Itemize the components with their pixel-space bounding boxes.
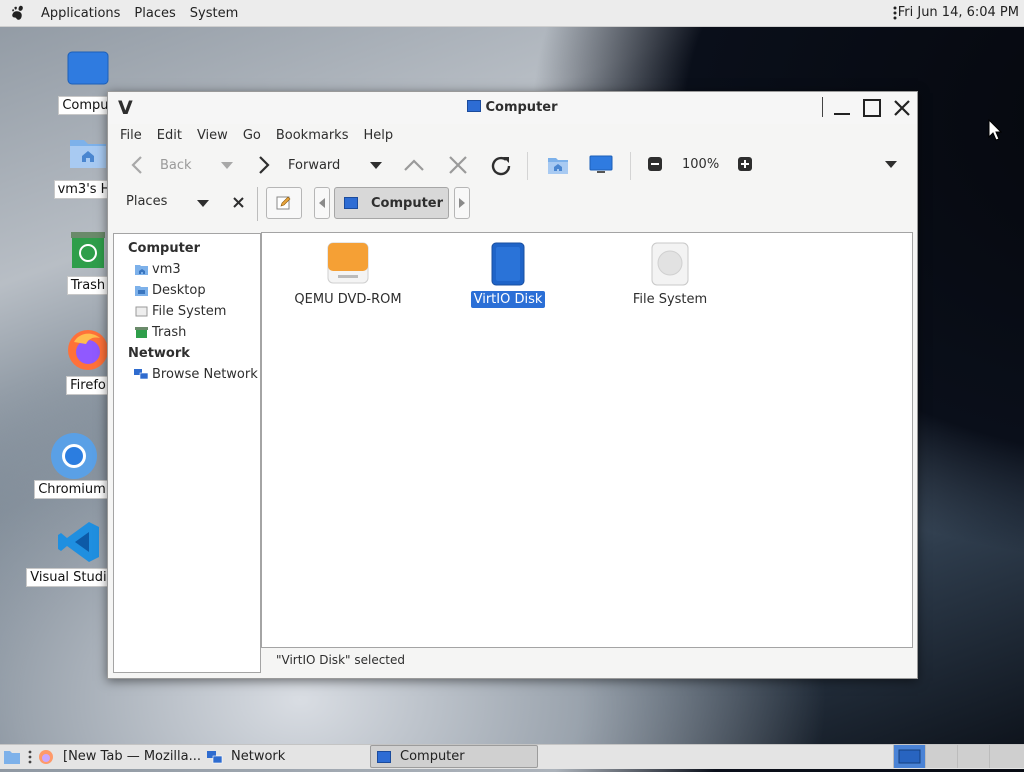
vscode-icon	[57, 520, 101, 564]
system-menu[interactable]: System	[190, 6, 238, 21]
harddisk-icon	[648, 241, 692, 287]
menu-go[interactable]: Go	[243, 128, 261, 143]
title-bar[interactable]: V Computer	[108, 92, 917, 124]
home-folder-icon	[66, 132, 110, 176]
reload-icon[interactable]	[488, 153, 514, 179]
places-selector[interactable]: Places	[126, 194, 167, 209]
edit-location-button[interactable]	[266, 187, 302, 219]
menu-view[interactable]: View	[197, 128, 228, 143]
sidebar-section-computer: Computer	[128, 241, 201, 256]
sidebar-section-network: Network	[128, 346, 190, 361]
sidebar-item-file-system[interactable]: File System	[114, 301, 260, 322]
edit-pencil-icon	[276, 196, 291, 210]
toolbar-separator	[630, 152, 631, 180]
computer-icon	[66, 48, 110, 92]
menu-bar: File Edit View Go Bookmarks Help	[108, 124, 917, 146]
path-button-computer[interactable]: Computer	[334, 187, 449, 219]
mouse-cursor-icon	[988, 119, 1002, 141]
top-panel: Applications Places System Fri Jun 14, 6…	[0, 0, 1024, 27]
location-bar: Places Computer	[108, 184, 917, 224]
network-icon	[134, 369, 149, 380]
show-desktop-icon[interactable]	[3, 748, 21, 765]
stop-icon[interactable]	[447, 154, 469, 176]
optical-drive-icon	[326, 241, 370, 287]
workspace-4[interactable]	[989, 745, 1024, 768]
close-icon[interactable]	[892, 98, 912, 118]
back-dropdown-icon[interactable]	[220, 160, 234, 170]
toolbar-separator	[527, 152, 528, 180]
forward-arrow-icon	[259, 156, 270, 174]
panel-handle-icon[interactable]	[28, 749, 32, 765]
maximize-icon[interactable]	[862, 98, 882, 118]
file-item-file-system[interactable]: File System	[600, 241, 740, 308]
workspace-window-icon	[898, 749, 921, 764]
zoom-in-icon[interactable]	[737, 156, 753, 172]
up-icon[interactable]	[402, 155, 426, 175]
left-arrow-icon	[319, 198, 325, 208]
status-bar: "VirtIO Disk" selected	[276, 653, 405, 667]
close-sidebar-icon[interactable]	[233, 197, 244, 208]
firefox-icon[interactable]	[38, 749, 54, 765]
toolbar: Back Forward 100%	[108, 146, 917, 184]
task-network[interactable]: Network	[207, 745, 285, 768]
menu-bookmarks[interactable]: Bookmarks	[276, 128, 349, 143]
zoom-out-icon[interactable]	[647, 156, 663, 172]
places-menu[interactable]: Places	[134, 6, 175, 21]
task-firefox[interactable]: [New Tab — Mozilla...	[63, 745, 201, 768]
trash-icon	[135, 327, 148, 338]
desktop-icon-label: Chromium	[34, 480, 110, 499]
menu-file[interactable]: File	[120, 128, 142, 143]
minimize-icon[interactable]	[832, 98, 852, 118]
forward-dropdown-icon[interactable]	[369, 160, 383, 170]
sidebar-item-vm3[interactable]: vm3	[114, 259, 260, 280]
workspace-2[interactable]	[925, 745, 957, 768]
places-dropdown-icon[interactable]	[197, 199, 209, 207]
window-title: Computer	[108, 100, 917, 115]
forward-button[interactable]: Forward	[253, 152, 383, 178]
menu-edit[interactable]: Edit	[157, 128, 182, 143]
file-view[interactable]: QEMU DVD-ROM VirtIO Disk File System	[261, 232, 913, 648]
network-icon	[207, 750, 223, 763]
desktop-icon-label: Firefo	[66, 376, 110, 395]
file-manager-window: V Computer File Edit View Go Bookmarks H…	[107, 91, 918, 679]
desktop-folder-icon	[135, 286, 148, 296]
back-arrow-icon	[131, 156, 142, 174]
more-options-icon[interactable]	[893, 5, 897, 21]
gnome-foot-icon[interactable]	[9, 4, 27, 22]
back-button[interactable]: Back	[126, 152, 234, 178]
menu-help[interactable]: Help	[363, 128, 393, 143]
chromium-icon	[50, 432, 97, 479]
home-folder-icon[interactable]	[546, 154, 570, 176]
file-item-qemu-dvd-rom[interactable]: QEMU DVD-ROM	[278, 241, 418, 308]
computer-icon	[467, 100, 482, 112]
title-separator	[822, 97, 823, 117]
clock[interactable]: Fri Jun 14, 6:04 PM	[898, 5, 1019, 20]
locbar-separator	[257, 187, 258, 221]
computer-icon	[344, 197, 358, 209]
computer-icon	[377, 750, 391, 763]
sidebar-item-trash[interactable]: Trash	[114, 322, 260, 343]
path-scroll-left-button[interactable]	[314, 187, 330, 219]
computer-icon[interactable]	[589, 154, 613, 176]
workspace-3[interactable]	[957, 745, 989, 768]
toolbar-overflow-icon[interactable]	[884, 159, 898, 169]
bottom-panel: [New Tab — Mozilla... Network Computer	[0, 744, 1024, 769]
right-arrow-icon	[459, 198, 465, 208]
home-folder-icon	[135, 265, 148, 275]
sidebar-item-browse-network[interactable]: Browse Network	[114, 364, 260, 385]
zoom-level: 100%	[682, 157, 720, 172]
places-sidebar: Computer vm3 Desktop File System Trash N…	[113, 233, 261, 673]
workspace-1[interactable]	[893, 745, 925, 768]
drive-icon	[135, 306, 148, 317]
file-item-virtio-disk[interactable]: VirtIO Disk	[438, 241, 578, 308]
task-computer[interactable]: Computer	[370, 745, 538, 768]
sidebar-item-desktop[interactable]: Desktop	[114, 280, 260, 301]
disk-icon	[486, 241, 530, 287]
trash-icon	[66, 228, 110, 272]
firefox-icon	[66, 328, 110, 372]
path-scroll-right-button[interactable]	[454, 187, 470, 219]
desktop-icon-label: Trash	[66, 276, 110, 295]
applications-menu[interactable]: Applications	[41, 6, 120, 21]
